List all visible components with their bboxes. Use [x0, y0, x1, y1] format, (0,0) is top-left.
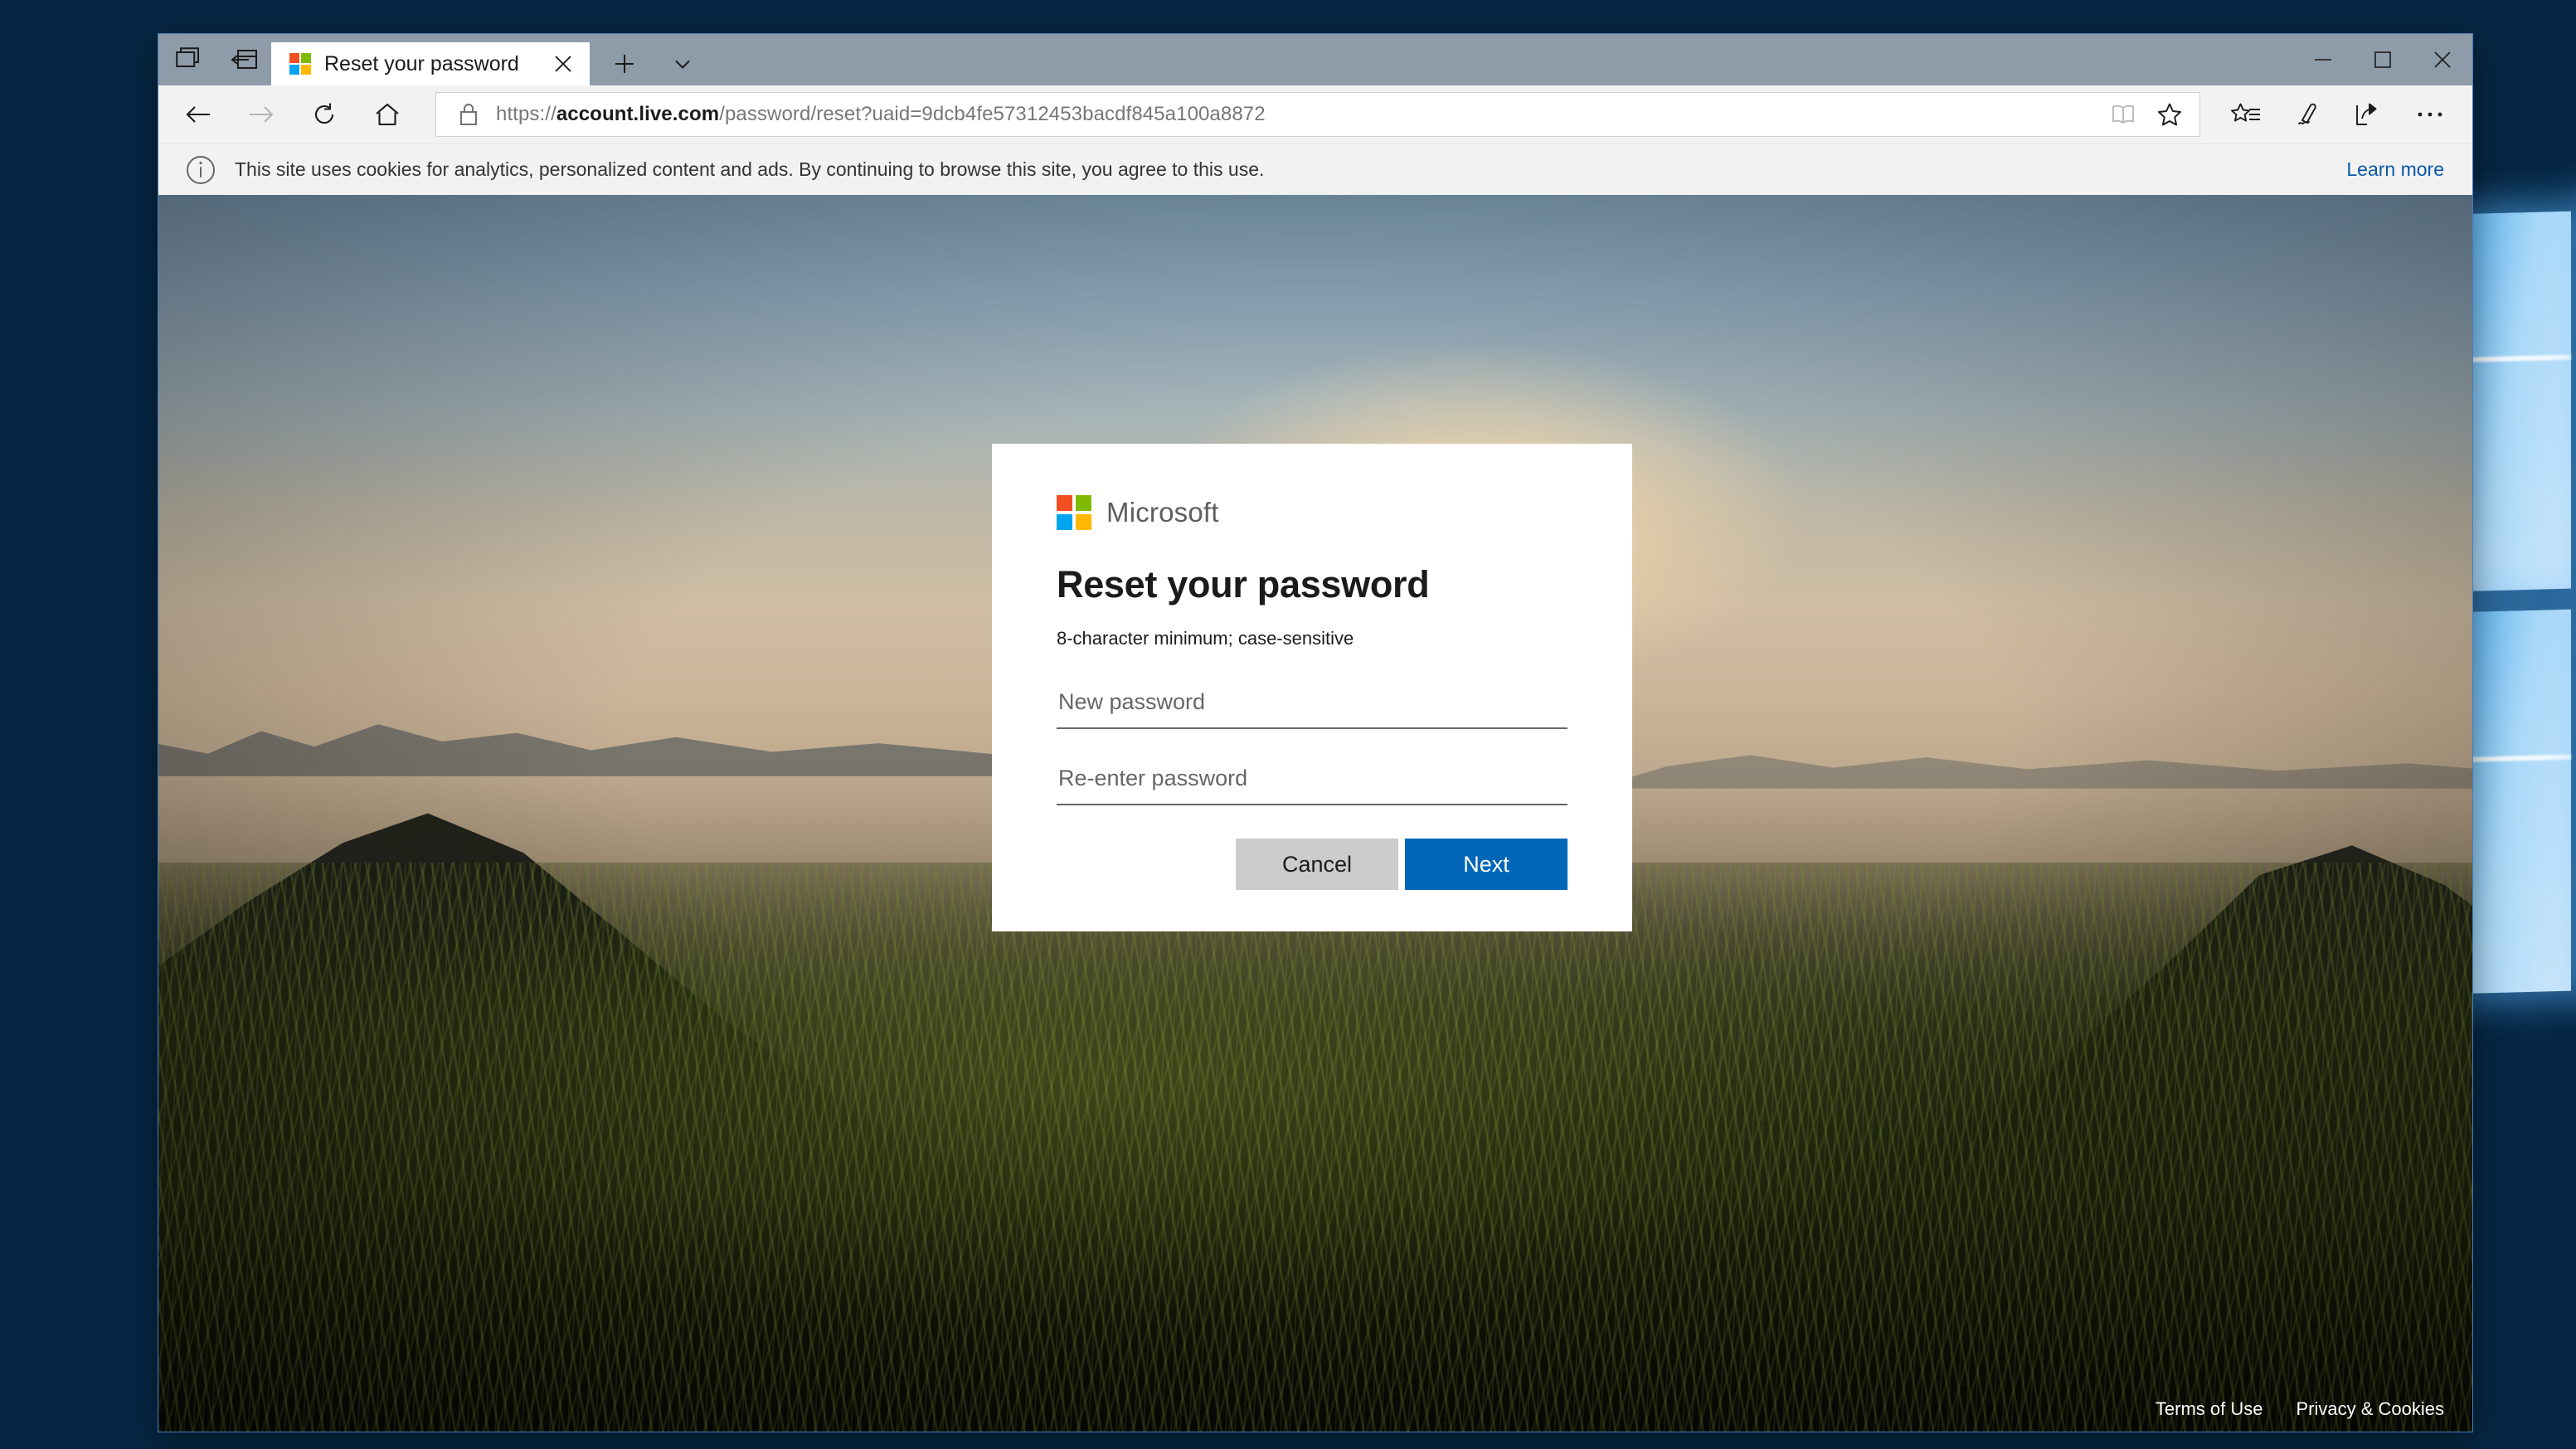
privacy-cookies-link[interactable]: Privacy & Cookies	[2296, 1398, 2444, 1420]
info-icon	[185, 154, 218, 186]
re-enter-password-field	[1057, 757, 1567, 805]
new-tab-icon[interactable]	[601, 42, 648, 85]
browser-navigation-bar: https://account.live.com/password/reset?…	[158, 85, 2472, 143]
address-bar-url: https://account.live.com/password/reset?…	[496, 103, 1266, 125]
back-icon[interactable]	[167, 89, 230, 140]
browser-tab-title: Reset your password	[324, 51, 519, 75]
address-bar[interactable]: https://account.live.com/password/reset?…	[435, 92, 2200, 137]
browser-title-bar: Reset your password	[158, 34, 2472, 85]
page-title: Reset your password	[1057, 563, 1430, 605]
lock-icon	[454, 102, 483, 127]
cookie-notification-bar: This site uses cookies for analytics, pe…	[158, 143, 2472, 195]
set-tabs-aside-icon[interactable]	[173, 43, 207, 76]
edge-browser-window: Reset your password https://account.live…	[158, 33, 2473, 1432]
home-icon[interactable]	[356, 89, 419, 140]
next-button[interactable]: Next	[1405, 839, 1567, 890]
windows-desktop: Reset your password https://account.live…	[0, 0, 2576, 1449]
terms-of-use-link[interactable]: Terms of Use	[2156, 1398, 2263, 1420]
page-footer-links: Terms of Use Privacy & Cookies	[2156, 1398, 2444, 1420]
microsoft-brand: Microsoft	[1057, 495, 1567, 530]
minimize-button[interactable]	[2293, 34, 2353, 85]
card-actions: Cancel Next	[1057, 839, 1567, 890]
re-enter-password-input[interactable]	[1057, 757, 1567, 805]
tabs-you-set-aside-icon[interactable]	[228, 43, 261, 76]
browser-tab-active[interactable]: Reset your password	[271, 42, 590, 85]
reading-view-icon[interactable]	[2100, 95, 2146, 134]
forward-icon[interactable]	[230, 89, 293, 140]
tabstrip-right-actions	[590, 42, 2472, 85]
web-note-pen-icon[interactable]	[2277, 89, 2338, 140]
share-icon[interactable]	[2338, 89, 2399, 140]
favorites-star-icon[interactable]	[2146, 95, 2193, 134]
new-password-field	[1057, 681, 1567, 729]
password-requirements-text: 8-character minimum; case-sensitive	[1057, 628, 1354, 649]
microsoft-favicon	[289, 53, 311, 75]
refresh-icon[interactable]	[293, 89, 356, 140]
settings-more-icon[interactable]	[2399, 89, 2461, 140]
tab-close-icon[interactable]	[545, 46, 581, 82]
microsoft-logo-icon	[1057, 495, 1091, 530]
maximize-button[interactable]	[2353, 34, 2413, 85]
window-controls	[2293, 34, 2472, 85]
reset-password-card: Microsoft Reset your password 8-characte…	[992, 444, 1632, 931]
tabstrip-left-actions	[158, 34, 271, 85]
hub-icon[interactable]	[2215, 89, 2277, 140]
web-page-content: Microsoft Reset your password 8-characte…	[158, 195, 2472, 1432]
cookie-message: This site uses cookies for analytics, pe…	[235, 158, 1265, 180]
cancel-button[interactable]: Cancel	[1236, 839, 1398, 890]
new-password-input[interactable]	[1057, 681, 1567, 729]
chevron-down-icon[interactable]	[659, 42, 706, 85]
microsoft-wordmark: Microsoft	[1106, 497, 1219, 528]
close-button[interactable]	[2413, 34, 2472, 85]
learn-more-link[interactable]: Learn more	[2346, 158, 2444, 181]
